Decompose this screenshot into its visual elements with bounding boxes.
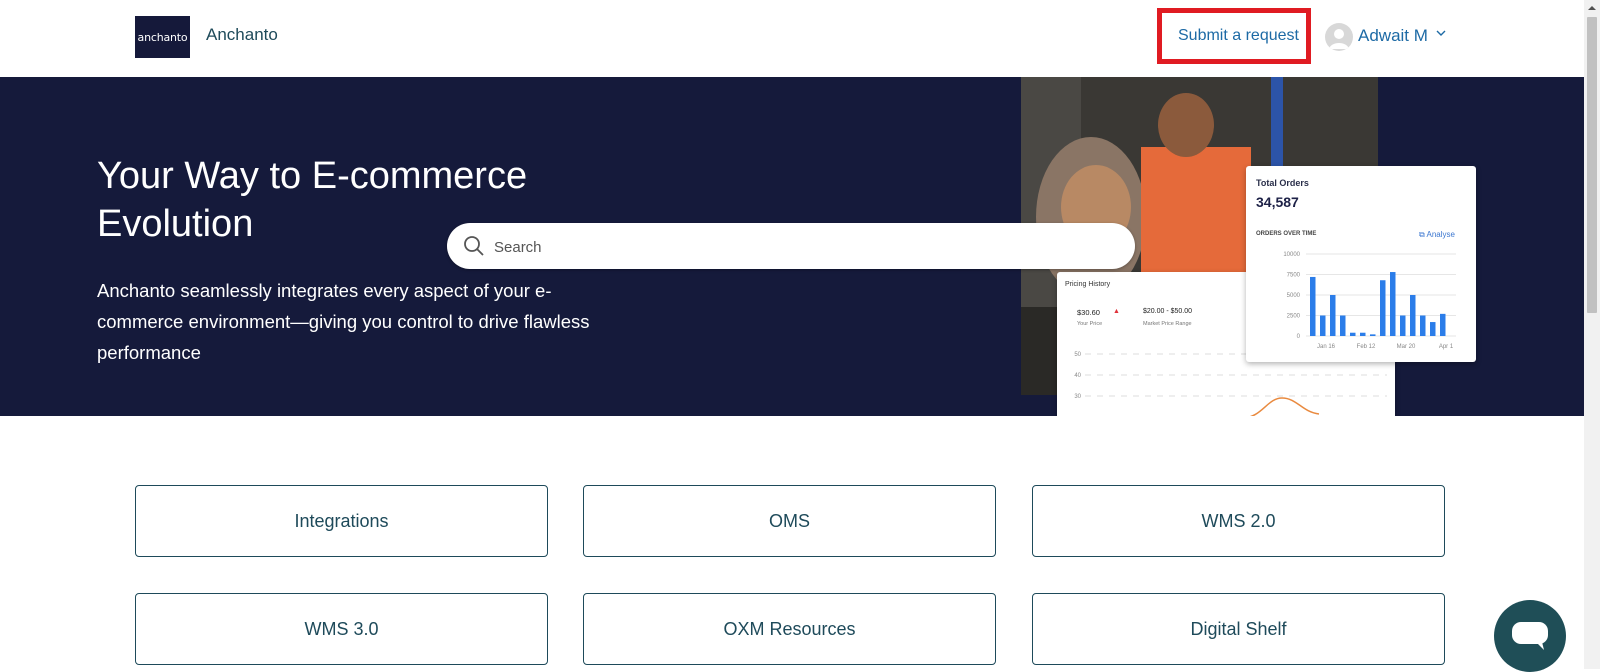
orders-bar <box>1440 313 1446 336</box>
scroll-thumb[interactable] <box>1587 17 1597 313</box>
orders-bar <box>1370 334 1376 336</box>
orders-bar <box>1330 295 1336 336</box>
orders-bar <box>1320 315 1326 336</box>
pricing-line <box>1249 397 1320 416</box>
orders-y-tick: 5000 <box>1287 293 1301 299</box>
orders-y-tick: 0 <box>1297 334 1301 340</box>
search-icon <box>464 236 484 256</box>
category-oms[interactable]: OMS <box>583 485 996 557</box>
submit-request-link[interactable]: Submit a request <box>1178 27 1299 45</box>
orders-bar <box>1420 315 1426 336</box>
hero-banner: Your Way to E-commerce Evolution Anchant… <box>0 77 1584 416</box>
orders-bar <box>1430 322 1436 336</box>
category-wms-2[interactable]: WMS 2.0 <box>1032 485 1445 557</box>
page-scrollbar[interactable] <box>1584 0 1600 669</box>
category-digital-shelf[interactable]: Digital Shelf <box>1032 593 1445 665</box>
pricing-y-tick: 30 <box>1074 394 1081 400</box>
user-avatar-icon[interactable] <box>1325 23 1353 51</box>
scroll-up-arrow-icon[interactable] <box>1584 0 1600 16</box>
chevron-down-icon[interactable] <box>1436 28 1446 41</box>
site-header: anchanto Anchanto Submit a request Adwai… <box>0 0 1584 77</box>
orders-bar <box>1380 280 1386 336</box>
orders-y-tick: 7500 <box>1287 273 1301 279</box>
search-input[interactable] <box>492 223 1116 271</box>
category-integrations[interactable]: Integrations <box>135 485 548 557</box>
hero-description: Anchanto seamlessly integrates every asp… <box>97 280 590 363</box>
orders-bar <box>1310 276 1316 336</box>
orders-bar <box>1410 295 1416 336</box>
pricing-y-tick: 50 <box>1074 352 1081 358</box>
orders-x-tick: Mar 20 <box>1397 344 1416 350</box>
category-oxm-resources[interactable]: OXM Resources <box>583 593 996 665</box>
chat-bubble-icon <box>1512 622 1548 650</box>
orders-bar <box>1400 315 1406 336</box>
orders-x-tick: Jan 16 <box>1317 344 1336 350</box>
user-menu[interactable]: Adwait M <box>1358 26 1428 46</box>
total-orders-card: Total Orders 34,587 ORDERS OVER TIME ⧉ A… <box>1246 166 1476 362</box>
orders-x-tick: Apr 1 <box>1439 344 1454 350</box>
orders-x-tick: Feb 12 <box>1357 344 1376 350</box>
orders-y-tick: 2500 <box>1287 314 1301 320</box>
orders-bar <box>1340 315 1346 336</box>
pricing-y-tick: 40 <box>1074 373 1081 379</box>
orders-bar <box>1390 272 1396 336</box>
orders-y-tick: 10000 <box>1283 252 1300 258</box>
chat-launcher-button[interactable] <box>1494 600 1566 672</box>
category-wms-3[interactable]: WMS 3.0 <box>135 593 548 665</box>
search-bar[interactable] <box>447 223 1135 271</box>
orders-bar <box>1360 332 1366 336</box>
brand-logo[interactable]: anchanto <box>135 16 190 58</box>
orders-bar <box>1350 332 1356 336</box>
orders-chart: 10000 7500 5000 2500 0 Jan 16 Feb 12 Mar 20 Apr … <box>1283 252 1456 350</box>
brand-name[interactable]: Anchanto <box>206 25 278 45</box>
